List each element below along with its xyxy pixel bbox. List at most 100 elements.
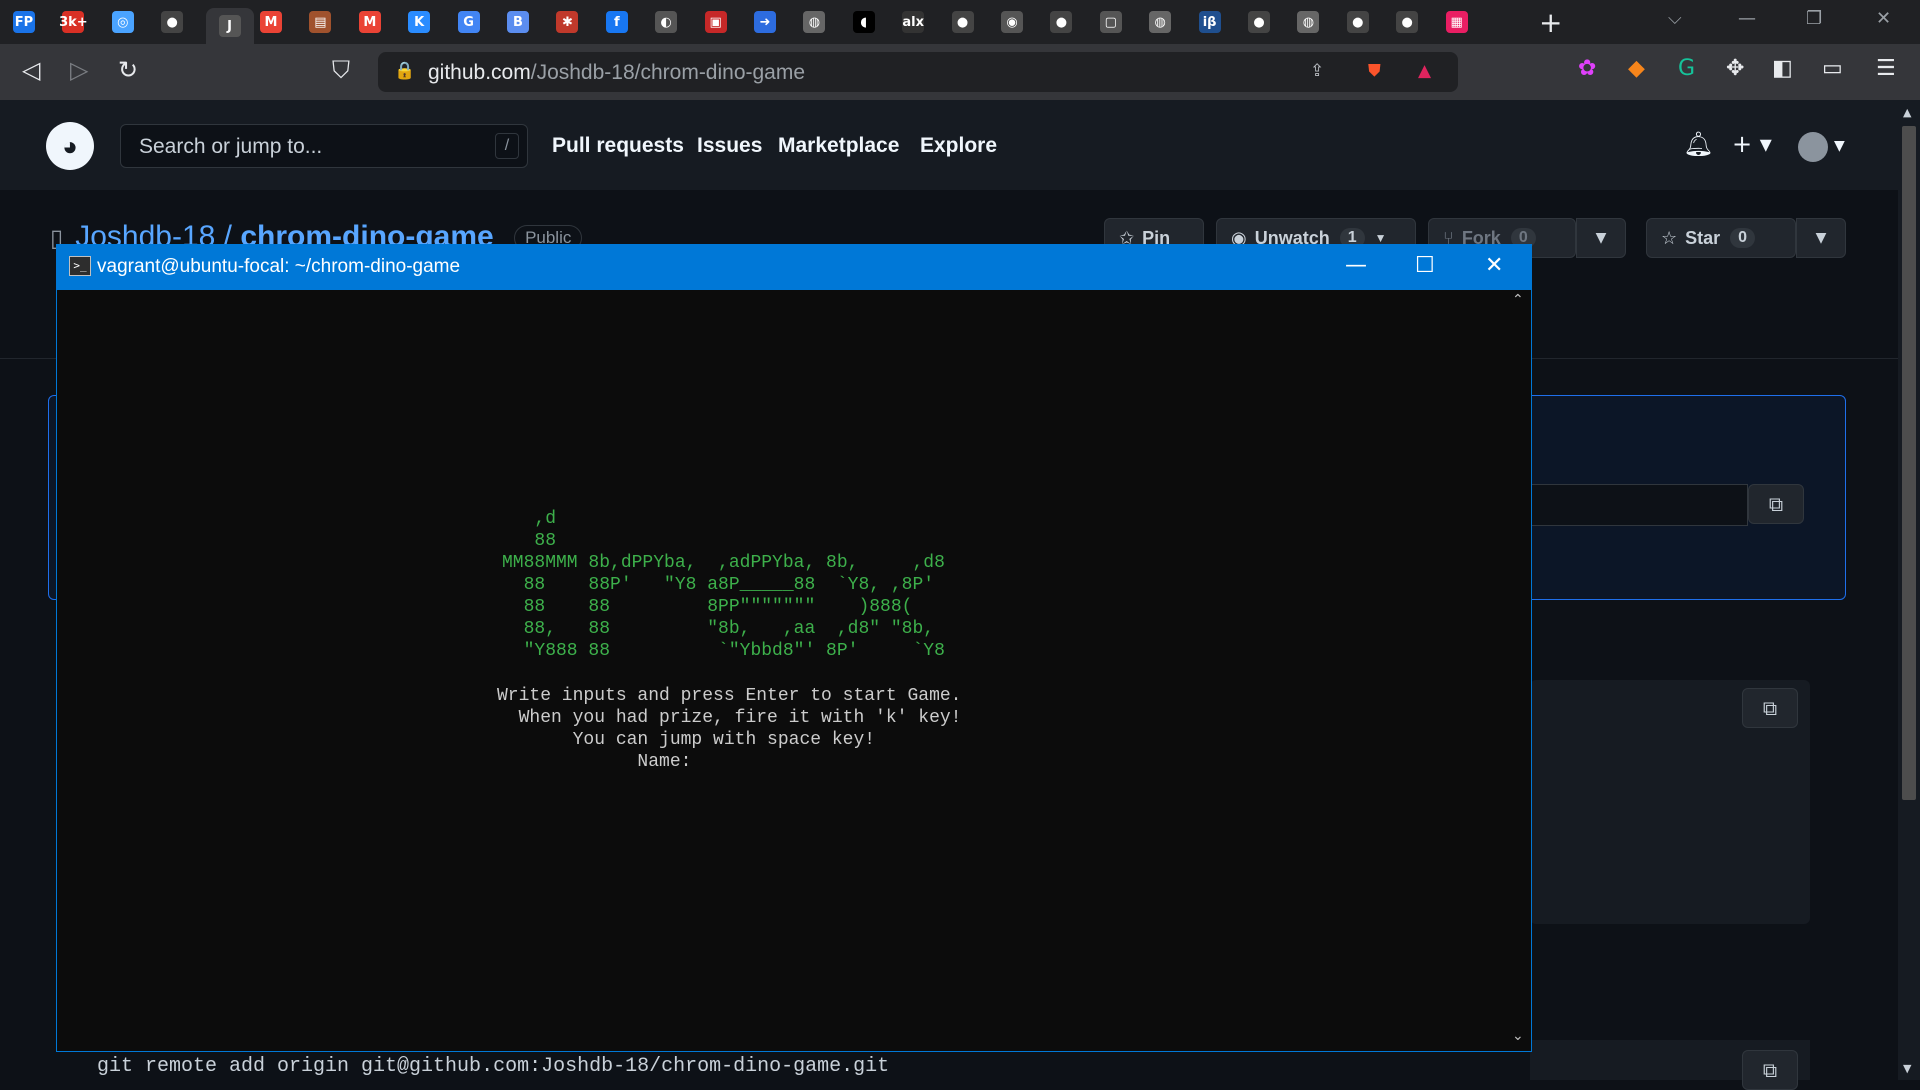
lock-icon[interactable]: 🔒 [394,61,415,81]
browser-tab[interactable]: ▦ [1441,8,1473,36]
clone-url-input[interactable] [1530,484,1748,526]
arrow-icon: ➜ [754,11,776,33]
scrollbar-thumb[interactable] [1902,126,1916,800]
notifications-bell-icon[interactable]: 🔔︎ [1683,130,1713,158]
back-button[interactable]: ◁ [22,56,40,84]
window-close-button[interactable]: ✕ [1876,8,1891,29]
browser-tab[interactable]: ▢ [1095,8,1127,36]
chat-icon: ◎ [111,11,134,33]
browser-tab[interactable]: f [601,8,633,36]
copy-url-button[interactable]: ⧉ [1748,484,1804,524]
browser-tab[interactable]: ◎ [107,8,139,36]
menu-icon[interactable]: ☰ [1876,56,1896,81]
bookmark-icon[interactable]: ⛉ [332,56,350,84]
nav-pull-requests[interactable]: Pull requests [552,134,684,158]
search-placeholder: Search or jump to... [139,135,323,158]
browser-tab[interactable]: 3k+ [57,8,89,36]
box-icon: ▢ [1099,11,1122,33]
browser-tab[interactable]: ● [1391,8,1423,36]
browser-tab[interactable]: ◍ [1292,8,1324,36]
browser-tab[interactable]: iβ [1194,8,1226,36]
colorful-extension-icon[interactable]: ✿ [1578,56,1596,81]
copy-snippet-button[interactable]: ⧉ [1742,688,1798,728]
browser-tab[interactable]: ✱ [551,8,583,36]
browser-tab[interactable]: B [502,8,534,36]
trex-ascii-banner: ,d 88 MM88MMM 8b,dPPYba, ,adPPYba, 8b, ,… [502,509,945,661]
window-minimize-button[interactable]: — [1738,8,1756,29]
browser-tab[interactable]: ● [947,8,979,36]
avatar[interactable] [1798,132,1828,162]
scroll-down-icon[interactable]: ⌄ [1512,1028,1524,1044]
sidebar-icon[interactable]: ◧ [1772,56,1793,81]
terminal-close-button[interactable]: ✕ [1485,253,1503,278]
nav-explore[interactable]: Explore [920,134,997,158]
terminal-scrollbar[interactable]: ⌃ ⌄ [1505,290,1531,1050]
github-icon: ● [161,11,184,33]
browser-tab[interactable]: G [453,8,485,36]
browser-tab[interactable]: ● [1243,8,1275,36]
github-search-input[interactable]: Search or jump to... / [120,124,528,168]
terminal-minimize-button[interactable]: — [1345,253,1367,278]
terminal-titlebar[interactable]: >_ vagrant@ubuntu-focal: ~/chrom-dino-ga… [57,245,1531,290]
url-text[interactable]: github.com/Joshdb-18/chrom-dino-game [428,61,805,85]
address-bar[interactable]: 🔒 github.com/Joshdb-18/chrom-dino-game ⇪… [378,52,1458,92]
browser-tab[interactable]: ◍ [798,8,830,36]
terminal-output[interactable]: ,d 88 MM88MMM 8b,dPPYba, ,adPPYba, 8b, ,… [57,290,1505,1050]
new-tab-button[interactable]: + [1539,6,1562,39]
browser-tab[interactable]: alx [897,8,929,36]
brave-rewards-icon[interactable]: ▲ [1418,61,1431,81]
globe-icon: ◐ [655,11,678,33]
browser-tab[interactable]: ◍ [1144,8,1176,36]
terminal-title: vagrant@ubuntu-focal: ~/chrom-dino-game [97,256,461,277]
avatar-chevron-down-icon[interactable]: ▼ [1834,138,1845,154]
alx-icon: alx [902,11,925,33]
browser-tab[interactable]: ● [1045,8,1077,36]
scroll-up-icon[interactable]: ⌃ [1512,292,1524,308]
nav-marketplace[interactable]: Marketplace [778,134,899,158]
window-restore-button[interactable]: ❐ [1806,8,1822,29]
brave-shield-icon[interactable]: ⛊ [1368,61,1381,81]
extensions-puzzle-icon[interactable]: ✥ [1726,56,1744,81]
browser-tab[interactable]: ➜ [749,8,781,36]
browser-tab[interactable]: ◐ [650,8,682,36]
terminal-maximize-button[interactable]: ☐ [1415,253,1435,278]
reload-button[interactable]: ↻ [118,56,138,84]
forward-button[interactable]: ▷ [70,56,88,84]
browser-tab[interactable]: FP [8,8,40,36]
browser-tab[interactable]: ● [1342,8,1374,36]
fork-dropdown-button[interactable]: ▼ [1576,218,1626,258]
browser-tab[interactable]: ◖ [848,8,880,36]
scroll-up-icon[interactable]: ▲ [1903,106,1911,119]
globe-icon: ◍ [1149,11,1172,33]
browser-tab[interactable]: ◉ [996,8,1028,36]
k-icon: K [408,11,431,33]
star-button[interactable]: ☆ Star 0 [1646,218,1796,258]
create-new-plus-icon[interactable]: + ▾ [1732,130,1772,158]
tree-icon: ✱ [556,11,579,33]
github-logo-icon[interactable]: ◕ [46,122,94,170]
page-scrollbar[interactable]: ▲ ▼ [1898,100,1920,1080]
browser-tab[interactable]: ● [156,8,188,36]
browser-tab[interactable]: M [354,8,386,36]
nav-issues[interactable]: Issues [697,134,762,158]
browser-tab[interactable]: K [403,8,435,36]
browser-tab[interactable]: M [255,8,287,36]
scroll-down-icon[interactable]: ▼ [1903,1062,1911,1075]
browser-tab[interactable]: ▤ [304,8,336,36]
git-remote-command: git remote add origin git@github.com:Jos… [97,1055,890,1078]
browser-tab[interactable]: ▣ [700,8,732,36]
star-dropdown-button[interactable]: ▼ [1796,218,1846,258]
game-instructions: Write inputs and press Enter to start Ga… [497,686,962,772]
star-count: 0 [1730,228,1756,248]
metamask-icon[interactable]: ◆ [1628,56,1645,81]
share-icon[interactable]: ⇪ [1310,61,1324,81]
terminal-window[interactable]: >_ vagrant@ubuntu-focal: ~/chrom-dino-ga… [56,244,1532,1052]
ib-icon: iβ [1198,11,1221,33]
copy-snippet-button[interactable]: ⧉ [1742,1050,1798,1090]
github-icon: ● [951,11,974,33]
wallet-icon[interactable]: ▭ [1822,56,1843,81]
url-path: /Joshdb-18/chrom-dino-game [530,61,806,84]
grammarly-icon[interactable]: G [1678,56,1695,81]
tab-search-chevron-icon[interactable]: ⌵ [1668,8,1682,29]
browser-tab[interactable]: J [205,8,254,44]
